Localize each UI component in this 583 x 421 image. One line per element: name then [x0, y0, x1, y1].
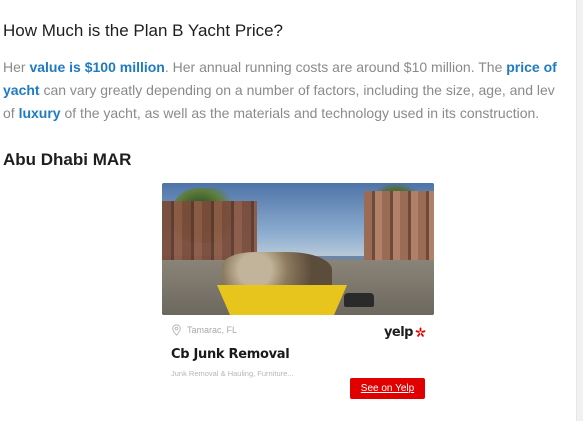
link-price[interactable]: price of	[506, 59, 557, 75]
link-luxury[interactable]: luxury	[19, 105, 61, 121]
text-run: of	[3, 105, 19, 121]
paragraph-line-1: Her value is $100 million. Her annual ru…	[3, 56, 576, 79]
business-name[interactable]: Cb Junk Removal	[171, 347, 290, 362]
subheading: Abu Dhabi MAR	[3, 150, 132, 169]
text-run: of the yacht, as well as the materials a…	[60, 105, 540, 121]
article-content: How Much is the Plan B Yacht Price? Her …	[0, 0, 576, 421]
photo-car	[344, 293, 374, 307]
yelp-logo: yelp	[384, 325, 426, 340]
text-run: . Her annual running costs are around $1…	[164, 59, 507, 75]
section-heading: How Much is the Plan B Yacht Price?	[3, 21, 284, 40]
business-location: Tamarac, FL	[171, 324, 237, 336]
article-paragraph: Her value is $100 million. Her annual ru…	[3, 56, 576, 125]
location-pin-icon	[172, 324, 181, 336]
photo-skip-bin	[217, 285, 347, 315]
page-scrollbar[interactable]	[576, 0, 583, 421]
paragraph-line-3: of luxury of the yacht, as well as the m…	[3, 102, 576, 125]
location-text: Tamarac, FL	[187, 325, 238, 335]
link-yacht[interactable]: yacht	[3, 82, 40, 98]
business-categories: Junk Removal & Hauling, Furniture...	[171, 369, 294, 378]
yelp-wordmark: yelp	[383, 325, 414, 340]
business-photo[interactable]	[162, 183, 434, 315]
link-value[interactable]: value is $100 million	[29, 59, 164, 75]
text-run: Her	[3, 59, 30, 75]
paragraph-line-2: yacht can vary greatly depending on a nu…	[3, 79, 576, 102]
yelp-burst-icon	[415, 327, 426, 337]
text-run: can vary greatly depending on a number o…	[39, 82, 555, 98]
yelp-business-card[interactable]: Tamarac, FL yelp Cb Junk Removal Junk Re…	[162, 183, 435, 401]
see-on-yelp-button[interactable]: See on Yelp	[350, 378, 425, 399]
